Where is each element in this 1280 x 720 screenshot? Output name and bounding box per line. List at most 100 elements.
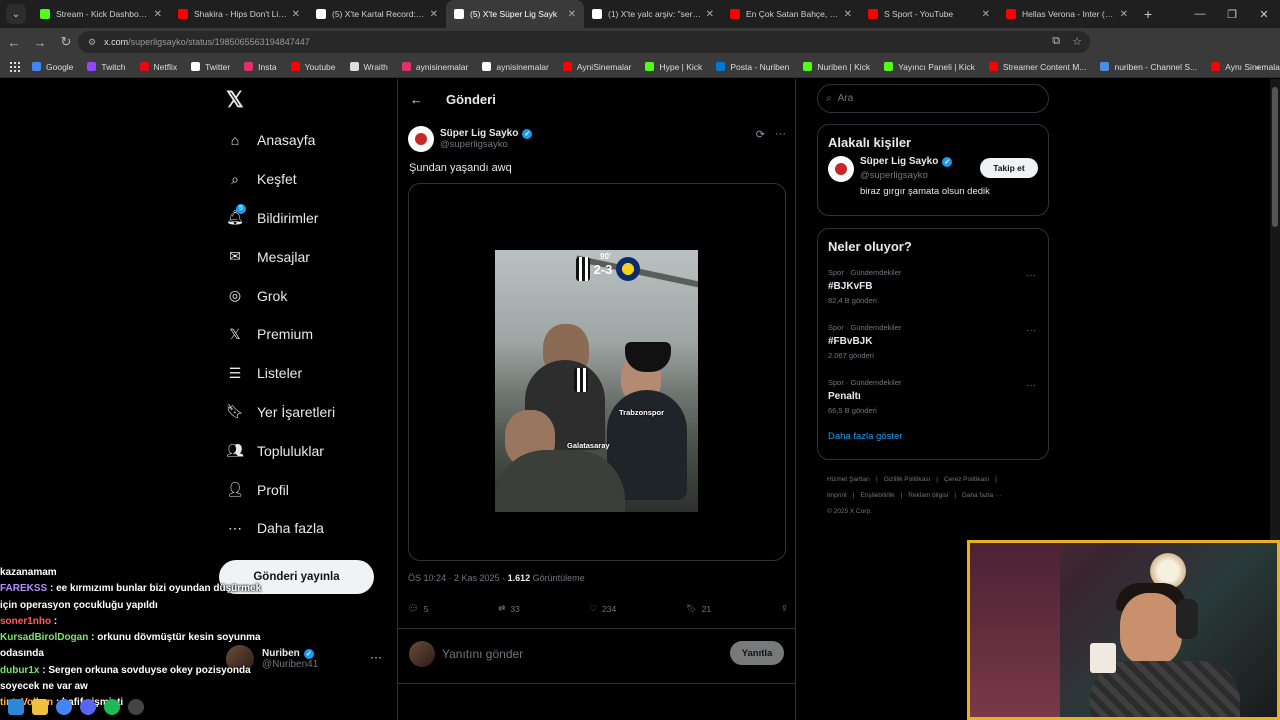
- nav-item-community[interactable]: 👥︎ Topluluklar: [222, 431, 392, 470]
- footer-link[interactable]: Erişilebilirlik: [861, 492, 895, 499]
- address-bar[interactable]: ⚙ x.com/superligsayko/status/19850655631…: [78, 31, 1090, 53]
- bookmark-item[interactable]: aynisinemalar: [482, 62, 549, 72]
- bookmark-item[interactable]: Wraith: [349, 62, 388, 72]
- follow-button[interactable]: Takip et: [980, 158, 1038, 178]
- repost-action[interactable]: ⇄ 33: [498, 603, 520, 614]
- bookmark-favicon-icon: [716, 62, 726, 71]
- footer-link[interactable]: Çerez Politikası: [944, 476, 989, 483]
- footer-link[interactable]: Daha fazla ···: [962, 492, 1001, 499]
- close-tab-icon[interactable]: ✕: [844, 9, 852, 20]
- nav-item-x[interactable]: 𝕏 Premium: [222, 315, 392, 354]
- post-media-image[interactable]: 2-3 90' Trabzonspor Galatasaray: [495, 250, 698, 512]
- new-tab-button[interactable]: +: [1144, 6, 1152, 22]
- tab-search-button[interactable]: ⌄: [6, 4, 26, 24]
- bookmark-item[interactable]: Nuriben | Kick: [803, 62, 870, 72]
- like-action[interactable]: ♡ 234: [589, 603, 616, 614]
- trend-item[interactable]: Spor · Gündemdekiler Penaltı 66,5 B gönder…: [818, 372, 1048, 427]
- windows-start-icon[interactable]: [8, 698, 24, 715]
- back-arrow-icon[interactable]: ←: [410, 92, 440, 107]
- nav-item-grok[interactable]: ◎ Grok: [222, 276, 392, 315]
- nav-item-search[interactable]: ⌕ Keşfet: [222, 160, 392, 199]
- bookmark-item[interactable]: Yayıncı Paneli | Kick: [884, 62, 975, 72]
- show-more-link[interactable]: Daha fazla göster: [818, 427, 1048, 454]
- close-tab-icon[interactable]: ✕: [568, 9, 576, 20]
- bookmark-item[interactable]: Posta - Nuriben: [716, 62, 789, 72]
- back-icon[interactable]: ←: [2, 30, 26, 54]
- obs-icon[interactable]: [128, 698, 144, 715]
- nav-item-more[interactable]: ⋯ Daha fazla: [222, 509, 392, 548]
- nav-item-mail[interactable]: ✉ Mesajlar: [222, 237, 392, 276]
- browser-tab[interactable]: Shakira - Hips Don't Lie w ✕: [170, 0, 308, 28]
- account-more-icon[interactable]: ···: [370, 650, 382, 664]
- forward-icon[interactable]: →: [28, 30, 52, 54]
- related-person[interactable]: Süper Lig Sayko ✓ @superligsayko biraz gı…: [818, 150, 1048, 208]
- post-media-frame[interactable]: 2-3 90' Trabzonspor Galatasaray: [408, 183, 786, 561]
- close-tab-icon[interactable]: ✕: [706, 9, 714, 20]
- nav-item-profile[interactable]: 👤︎ Profil: [222, 470, 392, 509]
- author-handle[interactable]: @superligsayko: [440, 139, 532, 150]
- footer-link[interactable]: Imprint: [827, 492, 847, 499]
- apps-icon[interactable]: [10, 61, 20, 72]
- install-app-icon[interactable]: ⧉: [1052, 35, 1060, 48]
- nav-item-list[interactable]: ☰ Listeler: [222, 354, 392, 393]
- browser-tab[interactable]: Hellas Verona - Inter (1-2 ✕: [998, 0, 1136, 28]
- chrome-icon[interactable]: [56, 698, 72, 715]
- bookmark-action[interactable]: 🔖︎ 21: [686, 603, 711, 614]
- discord-icon[interactable]: [80, 698, 96, 715]
- bookmark-star-icon[interactable]: ☆: [1072, 35, 1082, 48]
- file-explorer-icon[interactable]: [32, 698, 48, 715]
- footer-link[interactable]: Gizlilik Politikası: [884, 476, 931, 483]
- bookmark-item[interactable]: Aynı Sinemalar - Ça...: [1211, 62, 1280, 72]
- footer-link[interactable]: Reklam bilgisi: [908, 492, 948, 499]
- close-tab-icon[interactable]: ✕: [292, 9, 300, 20]
- bookmark-item[interactable]: AyniSinemalar: [562, 62, 631, 72]
- close-window-icon[interactable]: ✕: [1248, 0, 1280, 28]
- bookmark-item[interactable]: Google: [32, 62, 73, 72]
- reply-input[interactable]: Yanıtını gönder: [442, 647, 523, 661]
- browser-tab[interactable]: Stream - Kick Dashboard ✕: [32, 0, 170, 28]
- browser-tab[interactable]: (5) X'te Kartal Record: "M ✕: [308, 0, 446, 28]
- x-logo-icon[interactable]: 𝕏: [226, 87, 244, 113]
- nav-item-home[interactable]: ⌂ Anasayfa: [222, 121, 392, 160]
- reload-icon[interactable]: ↻: [54, 30, 78, 54]
- more-bookmarks-icon[interactable]: »: [1255, 62, 1260, 72]
- footer-link[interactable]: Hizmet Şartları: [827, 476, 870, 483]
- browser-tab[interactable]: (5) X'te Süper Lig Sayk ✕: [446, 0, 584, 28]
- bookmark-item[interactable]: nuriben - Channel S...: [1100, 62, 1197, 72]
- bookmark-item[interactable]: Netflix: [139, 62, 177, 72]
- browser-tab[interactable]: (1) X'te yalc arşiv: "sergen ✕: [584, 0, 722, 28]
- trend-more-icon[interactable]: ···: [1026, 325, 1036, 336]
- bookmark-item[interactable]: Twitch: [87, 62, 126, 72]
- bookmark-item[interactable]: Insta: [244, 62, 277, 72]
- close-tab-icon[interactable]: ✕: [1120, 9, 1128, 20]
- bookmark-item[interactable]: aynisinemalar: [401, 62, 468, 72]
- bookmark-item[interactable]: Youtube: [290, 62, 336, 72]
- reply-action[interactable]: 💬︎ 5: [408, 603, 429, 614]
- nav-item-bookmark[interactable]: 🔖︎ Yer İşaretleri: [222, 393, 392, 432]
- post-more-icon[interactable]: ···: [775, 128, 786, 141]
- browser-tab[interactable]: En Çok Satan Bahçe, Balk ✕: [722, 0, 860, 28]
- close-tab-icon[interactable]: ✕: [154, 9, 162, 20]
- author-avatar[interactable]: [408, 126, 434, 152]
- minimize-icon[interactable]: —: [1184, 0, 1216, 28]
- reply-button[interactable]: Yanıtla: [730, 641, 784, 665]
- share-action[interactable]: ⇪: [781, 603, 788, 614]
- trend-item[interactable]: Spor · Gündemdekiler #BJKvFB 82,4 B gönder…: [818, 262, 1048, 317]
- search-input[interactable]: ⌕ Ara: [817, 84, 1049, 113]
- grok-icon[interactable]: ⟳: [756, 128, 765, 141]
- nav-item-bell[interactable]: 🔔︎ 5 Bildirimler: [222, 199, 392, 238]
- bookmark-item[interactable]: Hype | Kick: [645, 62, 702, 72]
- trend-more-icon[interactable]: ···: [1026, 270, 1036, 281]
- bookmark-item[interactable]: Twitter: [191, 62, 230, 72]
- restore-icon[interactable]: ❐: [1216, 0, 1248, 28]
- browser-tab[interactable]: S Sport - YouTube ✕: [860, 0, 998, 28]
- bookmarks-bar: Google Twitch Netflix Twitter Insta Youtube Wr…: [0, 56, 1280, 78]
- close-tab-icon[interactable]: ✕: [430, 9, 438, 20]
- spotify-icon[interactable]: [104, 698, 120, 715]
- author-name[interactable]: Süper Lig Sayko ✓: [440, 128, 533, 139]
- bookmark-item[interactable]: Streamer Content M...: [988, 62, 1086, 72]
- trend-more-icon[interactable]: ···: [1026, 380, 1036, 391]
- site-info-icon[interactable]: ⚙: [88, 37, 96, 48]
- close-tab-icon[interactable]: ✕: [982, 9, 990, 20]
- trend-item[interactable]: Spor · Gündemdekiler #FBvBJK 2.067 gönderi…: [818, 317, 1048, 372]
